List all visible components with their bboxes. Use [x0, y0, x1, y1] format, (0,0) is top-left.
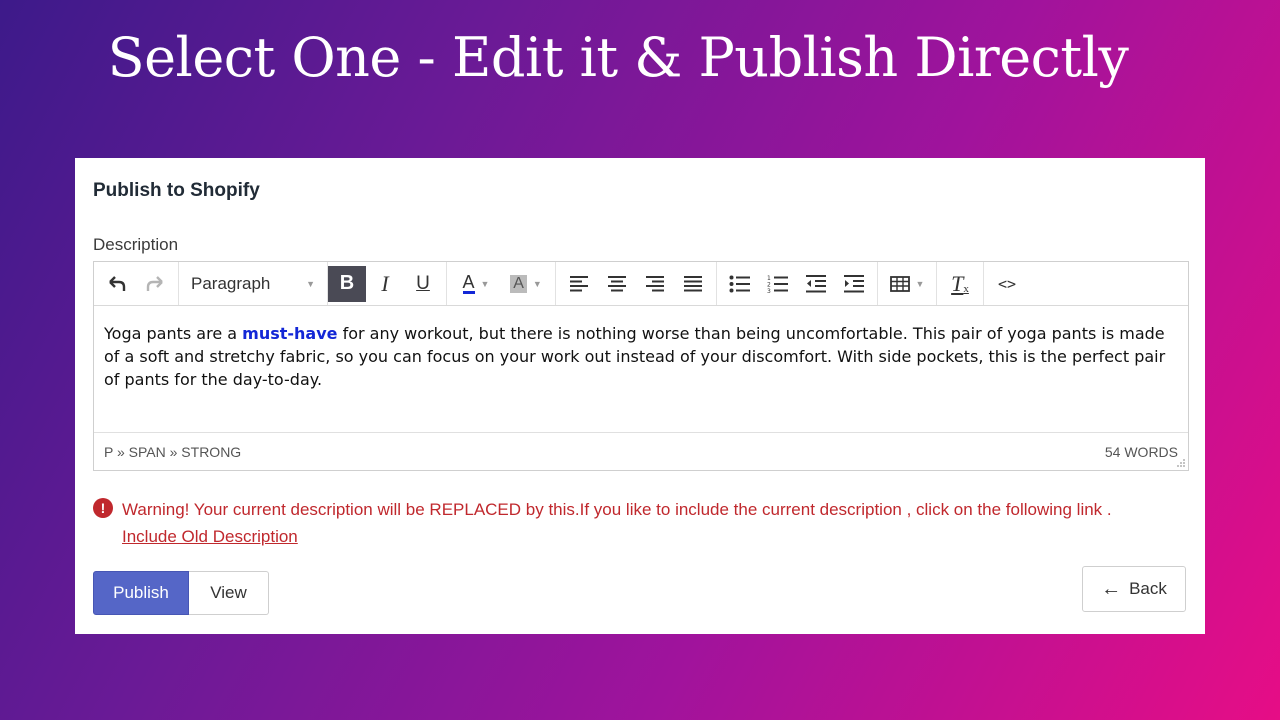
publish-button[interactable]: Publish: [93, 571, 189, 615]
outdent-icon: [806, 274, 826, 292]
code-group: <>: [984, 262, 1030, 305]
bullet-list-button[interactable]: [721, 266, 759, 302]
align-justify-button[interactable]: [674, 266, 712, 302]
underline-icon: U: [416, 272, 430, 294]
color-group: A ▼ A ▼: [447, 262, 556, 305]
italic-button[interactable]: I: [366, 266, 404, 302]
undo-icon: [109, 275, 126, 291]
table-icon: [889, 275, 910, 292]
code-icon: <>: [997, 274, 1017, 293]
redo-button[interactable]: [136, 266, 174, 302]
text-color-button[interactable]: A ▼: [451, 266, 501, 302]
block-format-value: Paragraph: [191, 273, 271, 293]
clear-group: Tx: [937, 262, 984, 305]
back-button-label: Back: [1129, 579, 1167, 598]
chevron-down-icon: ▼: [306, 278, 315, 289]
format-group: Paragraph ▼: [179, 262, 328, 305]
list-group: 123: [717, 262, 878, 305]
chevron-down-icon: ▼: [532, 278, 542, 289]
align-right-button[interactable]: [636, 266, 674, 302]
replace-warning: ! Warning! Your current description will…: [93, 496, 1183, 550]
clear-formatting-button[interactable]: Tx: [941, 266, 979, 302]
warning-text: Warning! Your current description will b…: [122, 500, 1112, 519]
chevron-down-icon: ▼: [480, 278, 490, 289]
card-title: Publish to Shopify: [93, 180, 260, 201]
rich-text-editor: Paragraph ▼ B I U A ▼ A ▼ 1 2 3 ▼ T x <>…: [93, 261, 1189, 471]
table-group: ▼: [878, 262, 937, 305]
align-left-button[interactable]: [560, 266, 598, 302]
align-right-icon: [646, 275, 664, 291]
action-button-group: Publish View: [93, 571, 269, 615]
editor-content[interactable]: Yoga pants are a must-have for any worko…: [104, 322, 1172, 391]
view-button[interactable]: View: [189, 571, 269, 615]
page-headline: Select One - Edit it & Publish Directly: [107, 26, 1129, 89]
publish-card: Publish to Shopify Description Paragraph…: [75, 158, 1205, 634]
bold-button[interactable]: B: [328, 265, 366, 302]
align-center-button[interactable]: [598, 266, 636, 302]
back-button[interactable]: ← Back: [1082, 566, 1186, 612]
indent-button[interactable]: [835, 266, 873, 302]
outdent-button[interactable]: [797, 266, 835, 302]
content-text-before: Yoga pants are a: [104, 324, 243, 343]
bold-icon: B: [339, 272, 355, 294]
word-count: 54 WORDS: [1104, 443, 1178, 460]
align-left-icon: [570, 275, 588, 291]
table-button[interactable]: ▼: [882, 266, 932, 302]
undo-button[interactable]: [98, 266, 136, 302]
alert-icon: !: [93, 498, 113, 518]
redo-icon: [146, 275, 163, 291]
indent-icon: [844, 274, 864, 292]
block-format-select[interactable]: Paragraph ▼: [183, 266, 323, 302]
editor-toolbar: Paragraph ▼ B I U A ▼ A ▼ 1 2 3 ▼ T x <>: [94, 262, 1188, 306]
style-group: B I U: [328, 262, 447, 305]
bullet-list-icon: [729, 275, 750, 292]
background-color-button[interactable]: A ▼: [501, 266, 551, 302]
align-justify-icon: [684, 275, 702, 291]
history-group: [94, 262, 179, 305]
warning-body: Warning! Your current description will b…: [122, 496, 1112, 550]
numbered-list-icon: 123: [767, 275, 788, 293]
svg-text:3: 3: [767, 288, 771, 293]
element-path[interactable]: P » SPAN » STRONG: [104, 444, 241, 460]
align-center-icon: [608, 275, 626, 291]
editor-statusbar: P » SPAN » STRONG 54 WORDS: [94, 432, 1188, 470]
resize-handle-icon[interactable]: [1176, 458, 1186, 468]
underline-button[interactable]: U: [404, 266, 442, 302]
arrow-left-icon: ←: [1101, 577, 1122, 600]
clear-formatting-icon: T: [951, 270, 964, 296]
background-color-icon: A: [510, 274, 527, 293]
content-strong-text: must-have: [242, 324, 338, 343]
text-color-icon: A: [462, 272, 475, 294]
description-label: Description: [93, 235, 179, 254]
numbered-list-button[interactable]: 123: [759, 266, 797, 302]
source-code-button[interactable]: <>: [988, 266, 1026, 302]
include-old-description-link[interactable]: Include Old Description: [122, 527, 298, 546]
align-group: [556, 262, 717, 305]
chevron-down-icon: ▼: [915, 278, 925, 289]
italic-icon: I: [381, 270, 389, 296]
